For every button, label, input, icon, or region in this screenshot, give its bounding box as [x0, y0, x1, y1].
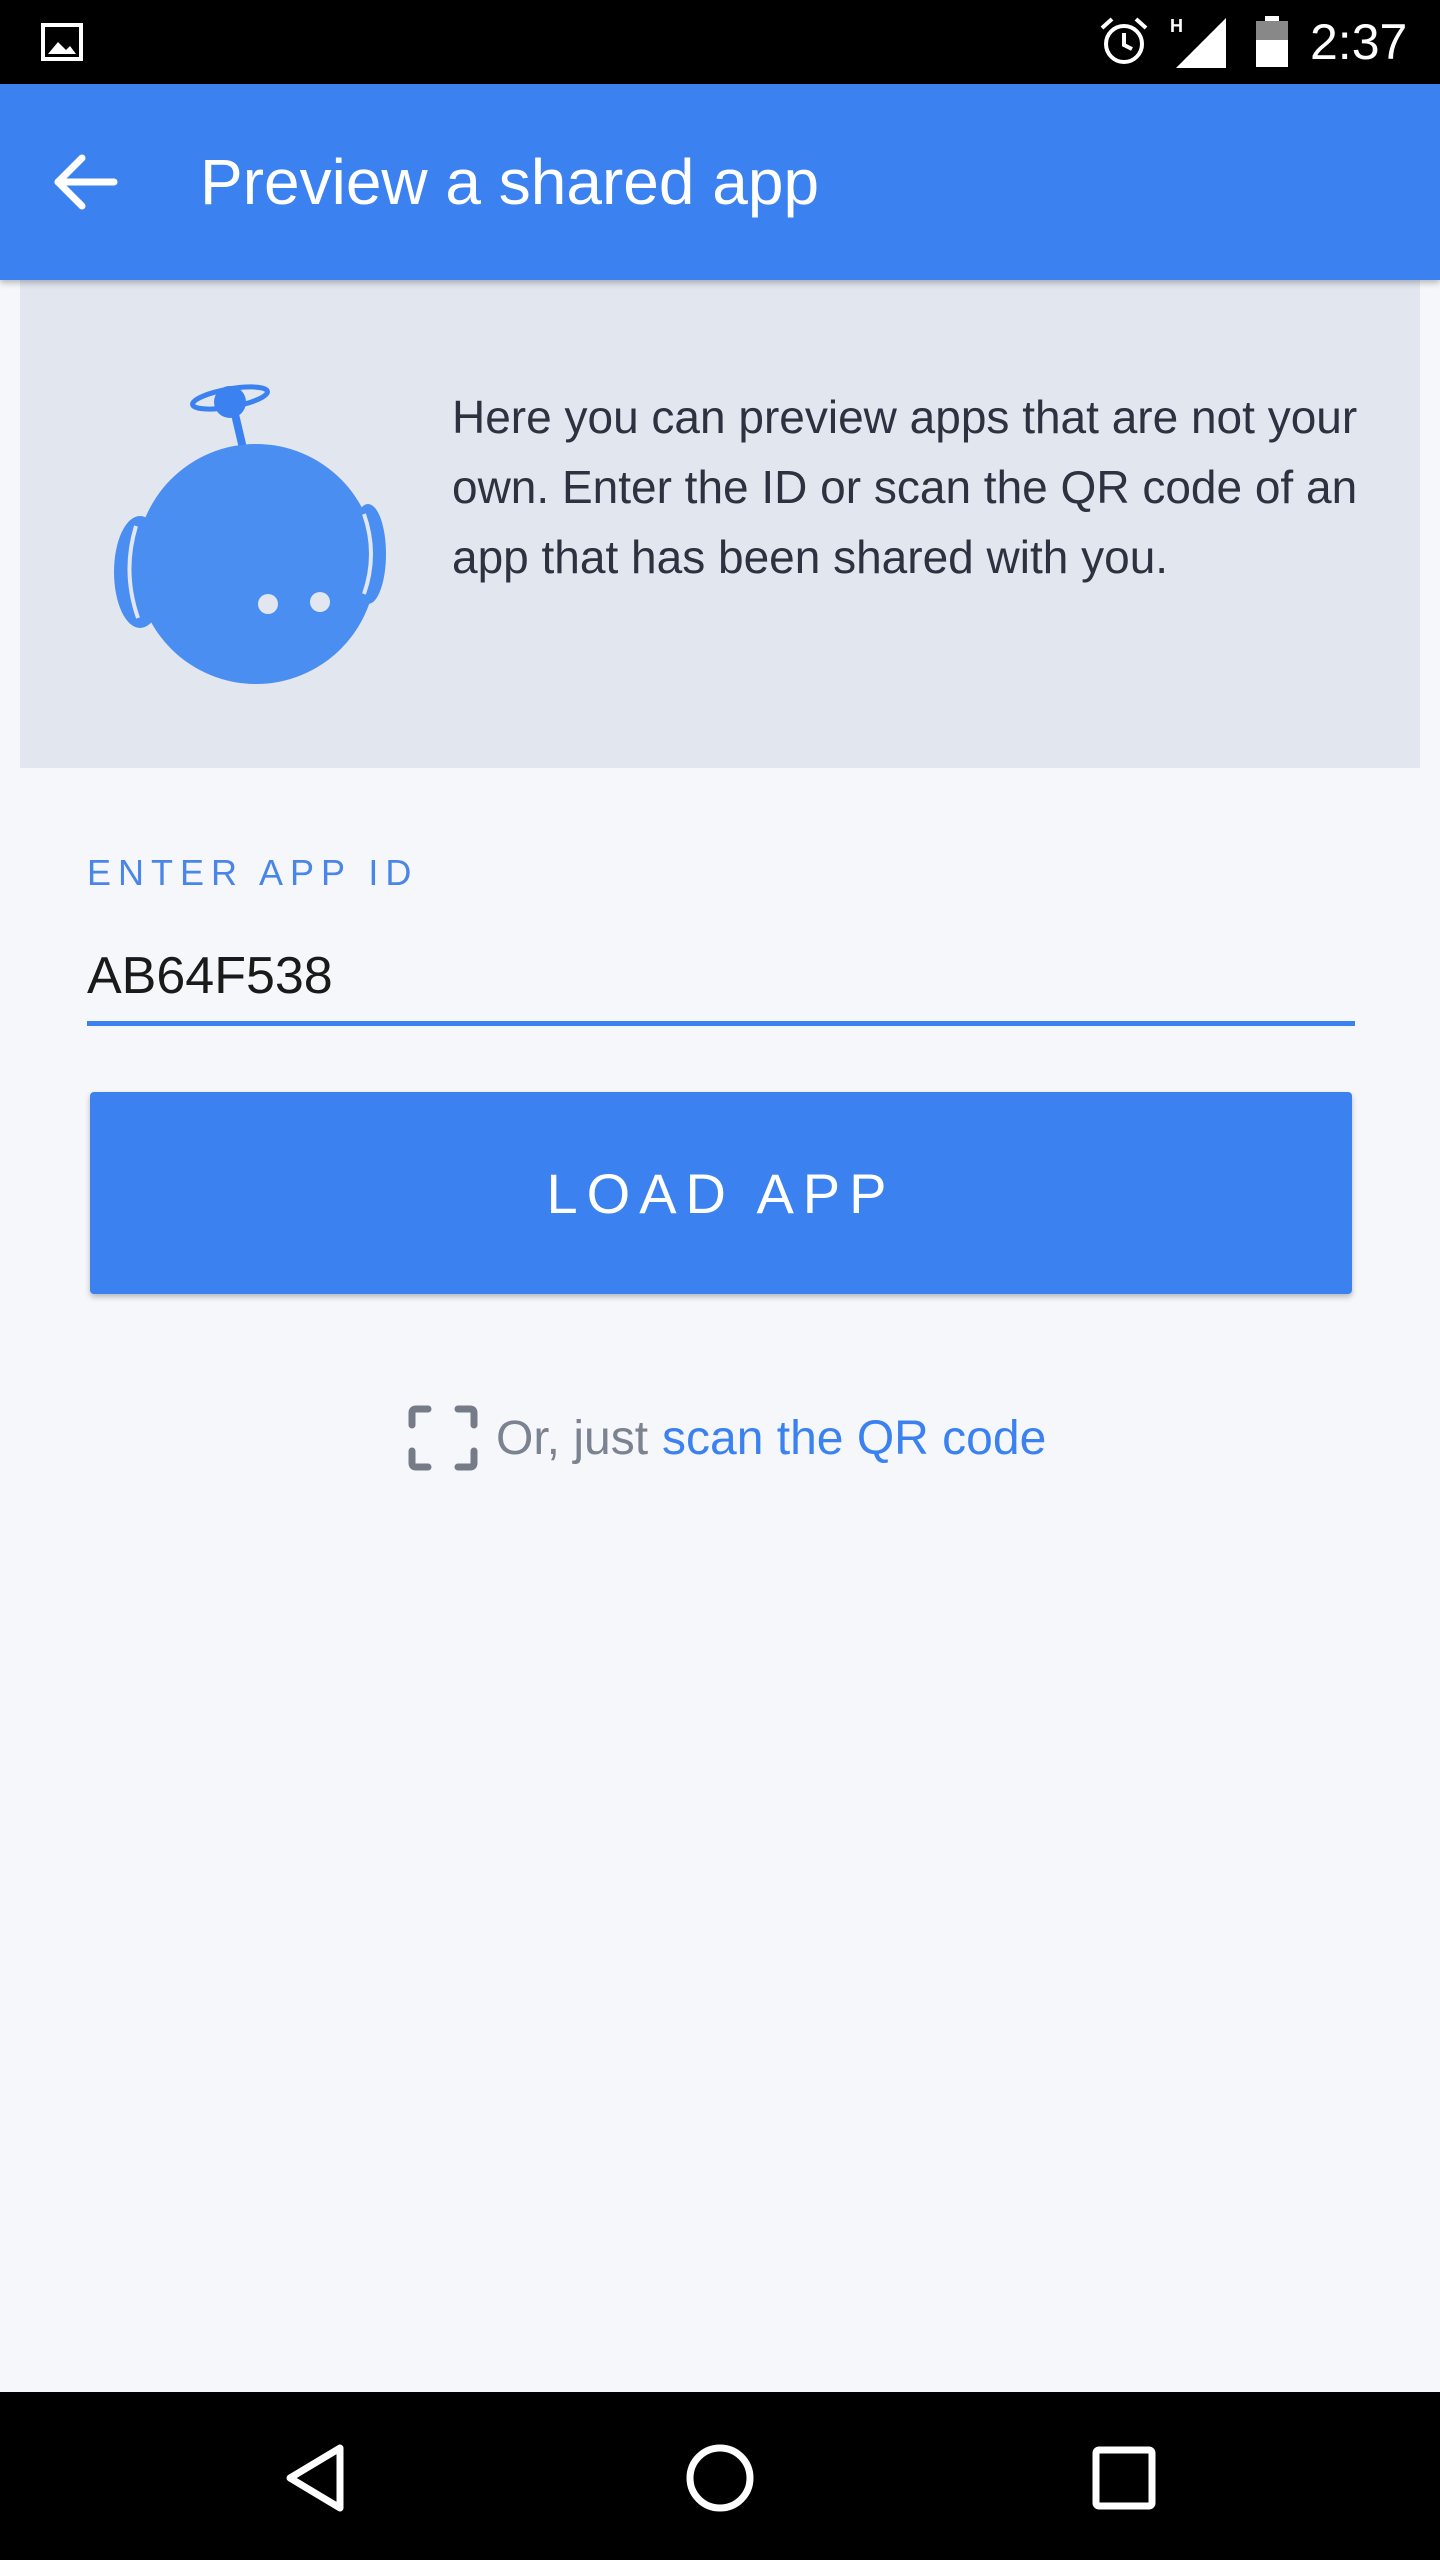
status-time: 2:37	[1310, 14, 1408, 70]
page-title: Preview a shared app	[200, 146, 820, 218]
status-bar: H 2:37	[0, 0, 1440, 84]
load-app-button[interactable]: LOAD APP	[90, 1092, 1352, 1294]
scan-prefix-text: Or, just	[496, 1411, 649, 1465]
scan-qr-link[interactable]: scan the QR code	[662, 1411, 1046, 1466]
robot-mascot-icon	[114, 384, 386, 684]
arrow-back-icon[interactable]	[48, 144, 124, 220]
home-circle-icon[interactable]	[670, 2428, 770, 2528]
recents-square-icon[interactable]	[1074, 2428, 1174, 2528]
image-icon	[41, 23, 83, 61]
battery-icon	[1256, 16, 1288, 67]
alarm-icon	[1100, 17, 1148, 64]
scan-qr-row: Or, just scan the QR code	[408, 1404, 1046, 1472]
app-id-input[interactable]	[87, 930, 1355, 1026]
network-type-label: H	[1170, 16, 1183, 36]
system-nav-bar	[0, 2392, 1440, 2560]
app-id-label: ENTER APP ID	[87, 852, 419, 893]
info-text: Here you can preview apps that are not y…	[452, 391, 1358, 583]
back-triangle-icon[interactable]	[266, 2428, 366, 2528]
qr-scan-icon[interactable]	[408, 1405, 478, 1471]
app-bar: Preview a shared app	[0, 84, 1440, 280]
info-card: Here you can preview apps that are not y…	[20, 280, 1420, 768]
signal-icon: H	[1170, 16, 1226, 68]
